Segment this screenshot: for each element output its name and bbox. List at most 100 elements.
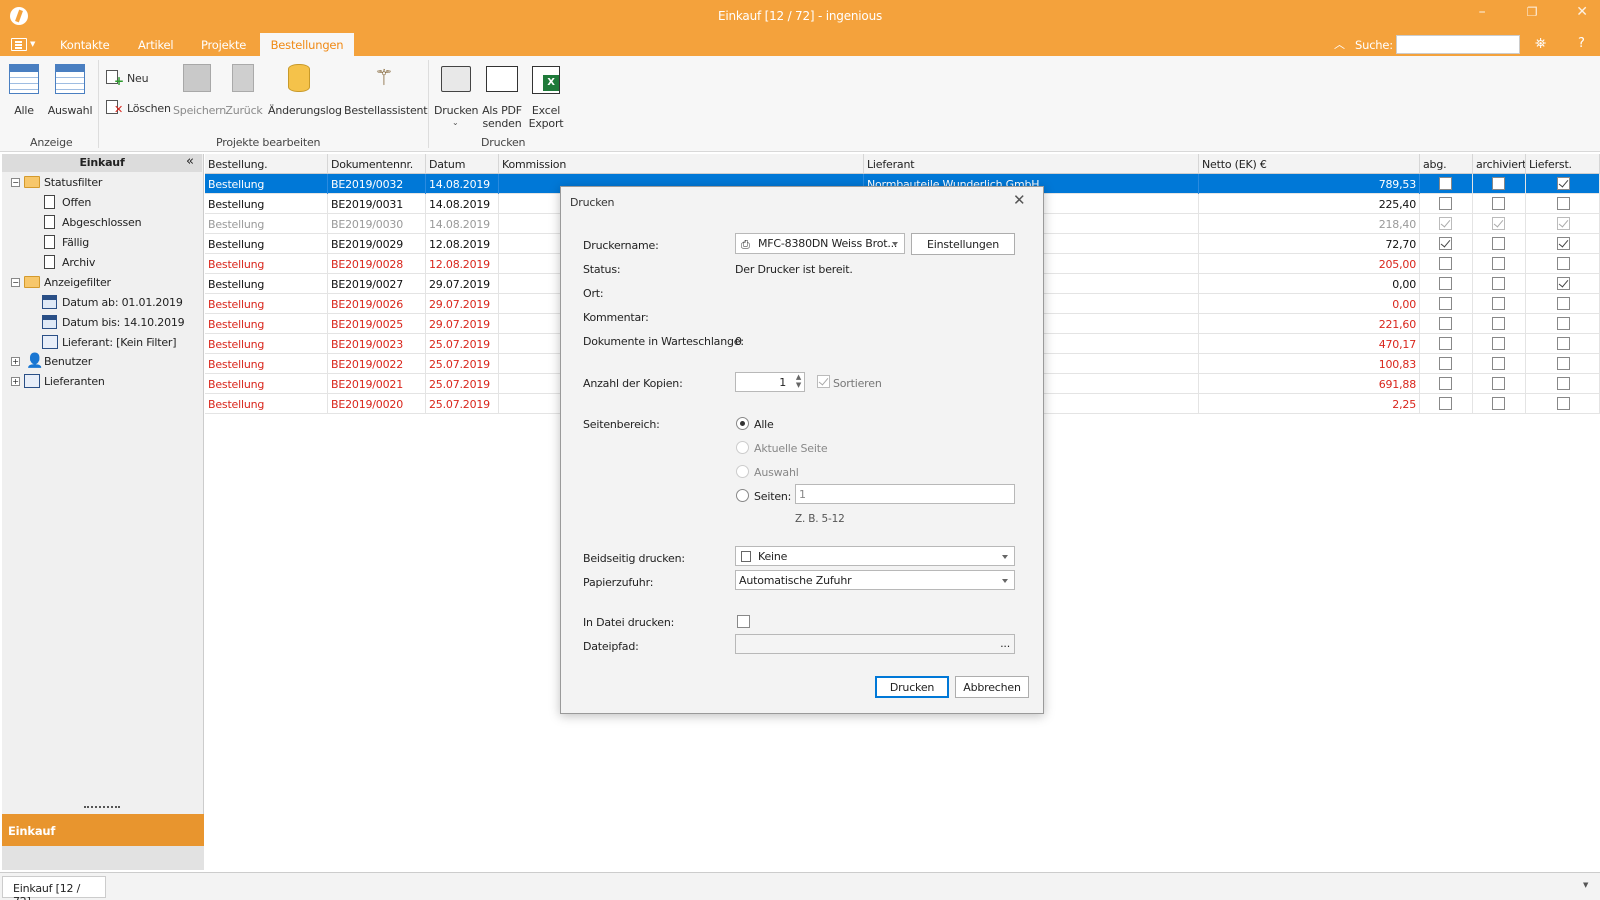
tree-item-archiv[interactable]: Archiv bbox=[62, 256, 95, 269]
abbrechen-button[interactable]: Abbrechen bbox=[955, 676, 1029, 698]
tree-item-offen[interactable]: Offen bbox=[62, 196, 91, 209]
alle-button[interactable]: Alle bbox=[6, 62, 42, 118]
lieferst-checkbox[interactable] bbox=[1557, 217, 1570, 230]
abg-checkbox[interactable] bbox=[1439, 237, 1452, 250]
restore-icon[interactable]: ❐ bbox=[1520, 5, 1544, 19]
radio-auswahl[interactable] bbox=[736, 465, 749, 478]
archiviert-checkbox[interactable] bbox=[1492, 277, 1505, 290]
abg-checkbox[interactable] bbox=[1439, 217, 1452, 230]
lieferst-checkbox[interactable] bbox=[1557, 397, 1570, 410]
abg-checkbox[interactable] bbox=[1439, 297, 1452, 310]
tree-item-benutzer[interactable]: Benutzer bbox=[44, 355, 92, 368]
abg-checkbox[interactable] bbox=[1439, 397, 1452, 410]
papier-select[interactable]: Automatische Zufuhr bbox=[735, 570, 1015, 590]
archiviert-checkbox[interactable] bbox=[1492, 377, 1505, 390]
column-header-bestellung[interactable]: Bestellung. bbox=[205, 154, 328, 174]
abg-checkbox[interactable] bbox=[1439, 337, 1452, 350]
lieferst-checkbox[interactable] bbox=[1557, 237, 1570, 250]
tree-toggle-statusfilter[interactable]: − bbox=[11, 178, 20, 187]
archiviert-checkbox[interactable] bbox=[1492, 257, 1505, 270]
pfad-input[interactable]: ... bbox=[735, 634, 1015, 654]
help-icon[interactable]: ? bbox=[1578, 36, 1585, 51]
lieferst-checkbox[interactable] bbox=[1557, 297, 1570, 310]
printer-select[interactable]: ⎙ MFC-8380DN Weiss Brot... bbox=[735, 233, 905, 254]
minimize-icon[interactable]: – bbox=[1470, 4, 1494, 20]
stepper-arrows-icon[interactable]: ▲ ▼ bbox=[796, 373, 801, 389]
kopien-stepper[interactable]: 1 ▲ ▼ bbox=[735, 372, 805, 392]
binoculars-icon[interactable]: ⛯ bbox=[1535, 36, 1546, 52]
chevron-down-icon[interactable]: ▼ bbox=[30, 40, 35, 48]
tab-artikel[interactable]: Artikel bbox=[138, 38, 174, 52]
collapse-panel-icon[interactable]: « bbox=[186, 154, 194, 169]
pdf-senden-button[interactable]: Als PDF senden bbox=[480, 62, 524, 132]
tree-item-abgeschlossen[interactable]: Abgeschlossen bbox=[62, 216, 142, 229]
status-tab-einkauf[interactable]: Einkauf [12 / 72] bbox=[2, 876, 106, 900]
lieferst-checkbox[interactable] bbox=[1557, 317, 1570, 330]
nav-einkauf[interactable]: Einkauf bbox=[2, 814, 204, 846]
column-header-kommission[interactable]: Kommission bbox=[499, 154, 864, 174]
drucken-dialog-button[interactable]: Drucken bbox=[875, 676, 949, 698]
archiviert-checkbox[interactable] bbox=[1492, 217, 1505, 230]
tree-item-faellig[interactable]: Fällig bbox=[62, 236, 89, 249]
lieferst-checkbox[interactable] bbox=[1557, 377, 1570, 390]
archiviert-checkbox[interactable] bbox=[1492, 337, 1505, 350]
abg-checkbox[interactable] bbox=[1439, 197, 1452, 210]
bestellassistent-button[interactable]: ⚚ Bestellassistent bbox=[344, 62, 428, 118]
tab-kontakte[interactable]: Kontakte bbox=[60, 38, 110, 52]
lieferst-checkbox[interactable] bbox=[1557, 357, 1570, 370]
excel-export-button[interactable]: X Excel Export bbox=[526, 62, 566, 132]
app-menu-icon[interactable] bbox=[11, 38, 27, 51]
tree-toggle-anzeigefilter[interactable]: − bbox=[11, 278, 20, 287]
drucken-button[interactable]: Drucken ⌄ bbox=[434, 62, 479, 132]
abg-checkbox[interactable] bbox=[1439, 177, 1452, 190]
abg-checkbox[interactable] bbox=[1439, 257, 1452, 270]
tree-toggle-lieferanten[interactable]: + bbox=[11, 377, 20, 386]
column-header-dokumentennr[interactable]: Dokumentennr. bbox=[328, 154, 426, 174]
tree-toggle-benutzer[interactable]: + bbox=[11, 357, 20, 366]
archiviert-checkbox[interactable] bbox=[1492, 317, 1505, 330]
chevron-down-icon[interactable]: ▼ bbox=[1583, 881, 1588, 889]
archiviert-checkbox[interactable] bbox=[1492, 177, 1505, 190]
lieferst-checkbox[interactable] bbox=[1557, 197, 1570, 210]
seiten-input[interactable]: 1 bbox=[795, 484, 1015, 504]
archiviert-checkbox[interactable] bbox=[1492, 397, 1505, 410]
archiviert-checkbox[interactable] bbox=[1492, 297, 1505, 310]
column-header-archiviert[interactable]: archiviert bbox=[1473, 154, 1526, 174]
lieferst-checkbox[interactable] bbox=[1557, 277, 1570, 290]
auswahl-button[interactable]: Auswahl bbox=[48, 62, 92, 118]
lieferst-checkbox[interactable] bbox=[1557, 177, 1570, 190]
abg-checkbox[interactable] bbox=[1439, 317, 1452, 330]
column-header-abg[interactable]: abg. bbox=[1420, 154, 1473, 174]
search-input[interactable] bbox=[1396, 35, 1520, 54]
lieferst-checkbox[interactable] bbox=[1557, 337, 1570, 350]
column-header-datum[interactable]: Datum bbox=[426, 154, 499, 174]
lieferst-checkbox[interactable] bbox=[1557, 257, 1570, 270]
tree-item-anzeigefilter[interactable]: Anzeigefilter bbox=[44, 276, 111, 289]
column-header-netto[interactable]: Netto (EK) € bbox=[1199, 154, 1420, 174]
speichern-button[interactable]: Speichern bbox=[173, 62, 226, 118]
tree-item-datum-bis[interactable]: Datum bis: 14.10.2019 bbox=[62, 316, 185, 329]
abg-checkbox[interactable] bbox=[1439, 277, 1452, 290]
neu-button[interactable]: + Neu bbox=[106, 70, 166, 88]
archiviert-checkbox[interactable] bbox=[1492, 357, 1505, 370]
column-header-lieferst[interactable]: Lieferst. bbox=[1526, 154, 1600, 174]
archiviert-checkbox[interactable] bbox=[1492, 237, 1505, 250]
abg-checkbox[interactable] bbox=[1439, 357, 1452, 370]
close-icon[interactable]: ✕ bbox=[1570, 4, 1594, 20]
tree-item-lieferanten[interactable]: Lieferanten bbox=[44, 375, 105, 388]
datei-checkbox[interactable] bbox=[737, 615, 750, 628]
dialog-close-icon[interactable]: ✕ bbox=[1013, 191, 1026, 209]
aenderungslog-button[interactable]: Änderungslog bbox=[268, 62, 342, 118]
sortieren-checkbox[interactable] bbox=[817, 375, 830, 388]
tab-bestellungen[interactable]: Bestellungen bbox=[260, 33, 354, 56]
browse-button[interactable]: ... bbox=[1000, 637, 1010, 650]
tree-item-statusfilter[interactable]: Statusfilter bbox=[44, 176, 102, 189]
beidseitig-select[interactable]: Keine bbox=[735, 546, 1015, 566]
radio-aktuelle-seite[interactable] bbox=[736, 441, 749, 454]
collapse-ribbon-icon[interactable]: ︿ bbox=[1334, 36, 1345, 52]
archiviert-checkbox[interactable] bbox=[1492, 197, 1505, 210]
tree-item-datum-ab[interactable]: Datum ab: 01.01.2019 bbox=[62, 296, 183, 309]
abg-checkbox[interactable] bbox=[1439, 377, 1452, 390]
column-header-lieferant[interactable]: Lieferant bbox=[864, 154, 1199, 174]
tab-projekte[interactable]: Projekte bbox=[201, 38, 246, 52]
